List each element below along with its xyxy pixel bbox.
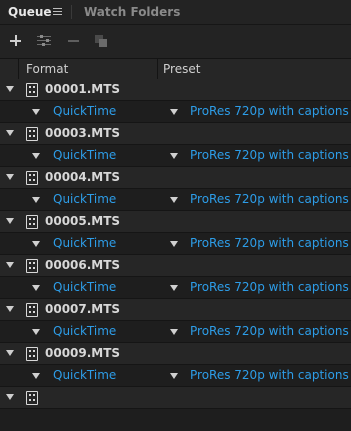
film-icon (26, 391, 38, 405)
preset-dropdown-icon[interactable] (170, 153, 178, 159)
source-row[interactable]: 00001.MTS (0, 79, 351, 101)
output-row[interactable]: QuickTime ProRes 720p with captions (0, 365, 351, 387)
preset-dropdown-icon[interactable] (170, 241, 178, 247)
source-filename: 00007.MTS (45, 302, 121, 316)
format-link[interactable]: QuickTime (53, 145, 116, 166)
preset-link[interactable]: ProRes 720p with captions (190, 365, 349, 386)
queue-item: 00007.MTS QuickTime ProRes 720p with capti… (0, 299, 351, 343)
queue-item: 00003.MTS QuickTime ProRes 720p with capti… (0, 123, 351, 167)
tab-divider (71, 5, 72, 19)
preset-dropdown-icon[interactable] (170, 373, 178, 379)
format-dropdown-icon[interactable] (32, 329, 40, 335)
format-dropdown-icon[interactable] (32, 197, 40, 203)
preset-link[interactable]: ProRes 720p with captions (190, 145, 349, 166)
format-link[interactable]: QuickTime (53, 365, 116, 386)
preset-dropdown-icon[interactable] (170, 329, 178, 335)
source-filename: 00006.MTS (45, 258, 121, 272)
preset-dropdown-icon[interactable] (170, 285, 178, 291)
format-link[interactable]: QuickTime (53, 321, 116, 342)
queue-item-partial (0, 387, 351, 431)
format-link[interactable]: QuickTime (53, 277, 116, 298)
output-row[interactable]: QuickTime ProRes 720p with captions (0, 189, 351, 211)
disclosure-triangle-icon[interactable] (6, 262, 14, 268)
preset-link[interactable]: ProRes 720p with captions (190, 233, 349, 254)
column-header: Format Preset (0, 58, 351, 80)
source-filename: 00005.MTS (45, 214, 121, 228)
film-icon (26, 215, 38, 229)
source-row[interactable]: 00009.MTS (0, 343, 351, 365)
format-dropdown-icon[interactable] (32, 153, 40, 159)
format-link[interactable]: QuickTime (53, 101, 116, 122)
panel-tab-bar: Queue Watch Folders (0, 0, 351, 25)
column-preset[interactable]: Preset (163, 59, 200, 79)
disclosure-triangle-icon[interactable] (6, 306, 14, 312)
preset-dropdown-icon[interactable] (170, 109, 178, 115)
disclosure-triangle-icon[interactable] (6, 174, 14, 180)
film-icon (26, 171, 38, 185)
queue-item: 00001.MTS QuickTime ProRes 720p with capti… (0, 79, 351, 123)
source-row[interactable]: 00005.MTS (0, 211, 351, 233)
preset-link[interactable]: ProRes 720p with captions (190, 321, 349, 342)
film-icon (26, 347, 38, 361)
column-format[interactable]: Format (26, 59, 68, 79)
format-link[interactable]: QuickTime (53, 189, 116, 210)
format-dropdown-icon[interactable] (32, 241, 40, 247)
preset-link[interactable]: ProRes 720p with captions (190, 277, 349, 298)
column-divider (157, 59, 158, 79)
film-icon (26, 127, 38, 141)
settings-sliders-icon[interactable] (36, 33, 52, 49)
source-row[interactable] (0, 387, 351, 409)
queue-item: 00009.MTS QuickTime ProRes 720p with capti… (0, 343, 351, 387)
tab-watch-folders[interactable]: Watch Folders (84, 0, 180, 24)
source-row[interactable]: 00007.MTS (0, 299, 351, 321)
film-icon (26, 259, 38, 273)
queue-item: 00004.MTS QuickTime ProRes 720p with capti… (0, 167, 351, 211)
disclosure-triangle-icon[interactable] (6, 218, 14, 224)
panel-menu-icon[interactable] (53, 6, 62, 16)
disclosure-triangle-icon[interactable] (6, 86, 14, 92)
source-filename: 00001.MTS (45, 82, 121, 96)
preset-dropdown-icon[interactable] (170, 197, 178, 203)
duplicate-icon[interactable] (93, 33, 109, 49)
disclosure-triangle-icon[interactable] (6, 130, 14, 136)
remove-icon[interactable] (66, 33, 82, 49)
output-row[interactable]: QuickTime ProRes 720p with captions (0, 233, 351, 255)
queue-toolbar (0, 25, 351, 58)
source-row[interactable]: 00006.MTS (0, 255, 351, 277)
output-row[interactable]: QuickTime ProRes 720p with captions (0, 321, 351, 343)
source-row[interactable]: 00004.MTS (0, 167, 351, 189)
format-link[interactable]: QuickTime (53, 233, 116, 254)
source-filename: 00004.MTS (45, 170, 121, 184)
film-icon (26, 303, 38, 317)
output-row[interactable]: QuickTime ProRes 720p with captions (0, 145, 351, 167)
source-filename: 00003.MTS (45, 126, 121, 140)
disclosure-triangle-icon[interactable] (6, 394, 14, 400)
queue-item: 00005.MTS QuickTime ProRes 720p with capti… (0, 211, 351, 255)
disclosure-triangle-icon[interactable] (6, 350, 14, 356)
output-row[interactable]: QuickTime ProRes 720p with captions (0, 277, 351, 299)
column-divider (18, 59, 19, 79)
source-filename: 00009.MTS (45, 346, 121, 360)
film-icon (26, 83, 38, 97)
preset-link[interactable]: ProRes 720p with captions (190, 189, 349, 210)
source-row[interactable]: 00003.MTS (0, 123, 351, 145)
add-source-icon[interactable] (8, 33, 24, 49)
format-dropdown-icon[interactable] (32, 285, 40, 291)
preset-link[interactable]: ProRes 720p with captions (190, 101, 349, 122)
format-dropdown-icon[interactable] (32, 109, 40, 115)
format-dropdown-icon[interactable] (32, 373, 40, 379)
queue-list: 00001.MTS QuickTime ProRes 720p with capti… (0, 79, 351, 431)
queue-item: 00006.MTS QuickTime ProRes 720p with capti… (0, 255, 351, 299)
output-row[interactable]: QuickTime ProRes 720p with captions (0, 101, 351, 123)
tab-queue[interactable]: Queue (8, 0, 52, 24)
